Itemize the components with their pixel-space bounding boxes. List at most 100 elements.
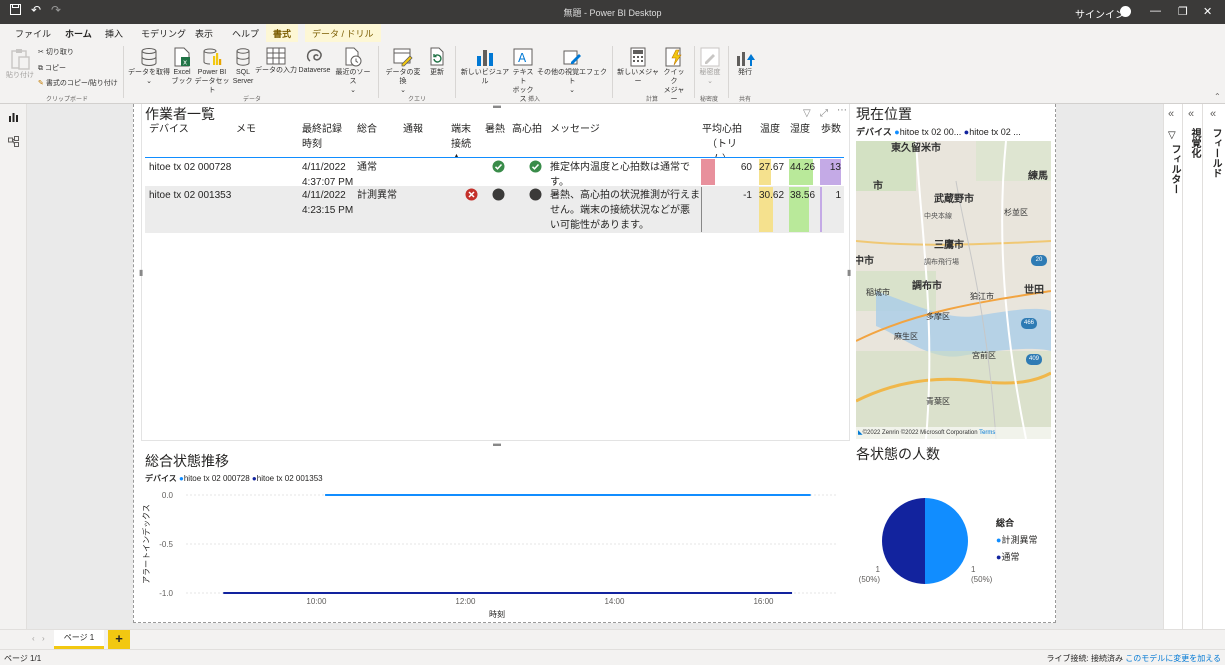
pie-data-label-right: 1 (50%) xyxy=(971,565,993,584)
column-header-alert[interactable]: 通報 xyxy=(403,122,423,137)
add-page-button[interactable]: + xyxy=(108,630,130,649)
expand-fields-icon[interactable]: « xyxy=(1210,108,1216,120)
connection-status: ライブ接続: 接続済み このモデルに変更を加える xyxy=(1046,654,1221,663)
excel-button[interactable]: x Excel ブック xyxy=(170,47,194,86)
resize-handle[interactable]: ▮ xyxy=(847,268,851,277)
resize-handle[interactable]: ▬ xyxy=(493,439,501,448)
tab-insert[interactable]: 挿入 xyxy=(105,27,123,40)
tab-modeling[interactable]: モデリング xyxy=(141,27,186,40)
refresh-button[interactable]: 更新 xyxy=(425,47,449,77)
column-header-heat[interactable]: 暑熱 xyxy=(485,122,505,137)
transform-data-button[interactable]: データの変換 ⌄ xyxy=(383,47,423,95)
column-header-temperature[interactable]: 温度 xyxy=(760,122,780,137)
x-tick-label: 14:00 xyxy=(604,597,625,606)
filter-icon[interactable]: ▽ xyxy=(803,108,811,119)
cell-temperature: 27.67 xyxy=(759,162,785,173)
report-view-icon[interactable] xyxy=(8,111,19,122)
ribbon-separator xyxy=(123,46,124,98)
page-tab[interactable]: ページ 1 xyxy=(54,630,104,649)
brush-icon: ✎ xyxy=(38,80,44,87)
dataverse-icon xyxy=(306,49,322,62)
tab-file[interactable]: ファイル xyxy=(15,27,51,40)
line-legend-item[interactable]: hitoe tx 02 001353 xyxy=(257,474,323,483)
dataverse-button[interactable]: Dataverse xyxy=(297,47,332,75)
column-header-last-time[interactable]: 最終記録 時刻 xyxy=(302,122,342,152)
expand-filters-icon[interactable]: « xyxy=(1168,108,1174,120)
format-painter-button[interactable]: ✎ 書式のコピー/貼り付け xyxy=(38,79,118,88)
column-header-steps[interactable]: 歩数 xyxy=(821,122,841,137)
account-avatar[interactable] xyxy=(1120,6,1131,17)
group-label-sensitivity: 秘密度 xyxy=(700,97,719,103)
map-place-label: 杉並区 xyxy=(1004,208,1028,217)
quick-measure-icon xyxy=(665,47,682,67)
focus-mode-icon[interactable]: ⤢ xyxy=(820,108,828,119)
tab-view[interactable]: 表示 xyxy=(195,27,213,40)
sql-server-button[interactable]: SQL Server xyxy=(231,47,255,86)
pbi-dataset-button[interactable]: Power BI データセット xyxy=(194,47,230,95)
svg-text:x: x xyxy=(183,59,187,67)
tab-format[interactable]: 書式 xyxy=(266,24,299,42)
map-canvas[interactable]: 東久留米市 練馬 市 武蔵野市 中央本線 杉並区 三鷹市 中市 調布飛行場 調布… xyxy=(856,141,1051,439)
y-tick-label: -0.5 xyxy=(159,540,173,549)
tab-home[interactable]: ホーム xyxy=(63,27,94,44)
resize-handle[interactable]: ▬ xyxy=(493,101,501,110)
pie-chart[interactable] xyxy=(880,496,970,586)
column-header-overall[interactable]: 総合 xyxy=(357,122,377,137)
pie-legend-item[interactable]: 通常 xyxy=(1001,552,1019,562)
maximize-icon[interactable]: ❐ xyxy=(1178,5,1188,18)
column-header-humidity[interactable]: 湿度 xyxy=(790,122,810,137)
model-view-icon[interactable] xyxy=(8,136,19,147)
more-visuals-button[interactable]: その他の視覚エフェクト ⌄ xyxy=(536,47,608,95)
pie-slice[interactable] xyxy=(925,498,968,584)
close-icon[interactable]: ✕ xyxy=(1203,5,1212,18)
get-data-button[interactable]: データを取得 ⌄ xyxy=(128,47,170,86)
column-header-device[interactable]: デバイス xyxy=(149,122,189,137)
tab-help[interactable]: ヘルプ xyxy=(232,27,259,40)
map-place-label: 東久留米市 xyxy=(891,143,941,154)
line-legend-item[interactable]: hitoe tx 02 000728 xyxy=(184,474,250,483)
map-place-label: 宮前区 xyxy=(972,351,996,360)
view-switcher xyxy=(0,104,27,629)
cut-button[interactable]: ✂ 切り取り xyxy=(38,48,74,57)
map-title: 現在位置 xyxy=(856,106,912,122)
expand-viz-icon[interactable]: « xyxy=(1188,108,1194,120)
cell-avg-hr: -1 xyxy=(743,190,752,201)
table-icon xyxy=(266,47,286,65)
minimize-icon[interactable]: — xyxy=(1150,5,1161,17)
visualizations-pane[interactable]: « 視覚化 xyxy=(1182,104,1202,629)
column-header-hr[interactable]: 高心拍 xyxy=(512,122,542,137)
pie-legend-item[interactable]: 計測異常 xyxy=(1001,535,1037,545)
signin-link[interactable]: サインイン xyxy=(1075,6,1125,21)
sensitivity-button[interactable]: 秘密度 ⌄ xyxy=(698,47,722,86)
make-changes-link[interactable]: このモデルに変更を加える xyxy=(1125,654,1221,663)
recent-sources-icon xyxy=(345,47,362,67)
column-header-message[interactable]: メッセージ xyxy=(550,122,600,137)
avg-hr-axis xyxy=(701,187,702,232)
column-header-memo[interactable]: メモ xyxy=(236,122,256,137)
enter-data-button[interactable]: データの入力 xyxy=(255,47,297,75)
map-legend-item[interactable]: hitoe tx 02 00... xyxy=(900,127,962,137)
quick-measure-button[interactable]: クイック メジャー xyxy=(661,47,687,104)
paste-button[interactable]: 貼り付け xyxy=(6,48,34,80)
resize-handle[interactable]: ▮ xyxy=(139,268,143,277)
next-page-icon[interactable]: › xyxy=(42,634,45,643)
recent-sources-button[interactable]: 最近のソース ⌄ xyxy=(333,47,373,95)
svg-text:A: A xyxy=(518,51,527,65)
filters-pane[interactable]: « ▽ フィルター xyxy=(1163,104,1182,629)
new-visual-button[interactable]: 新しいビジュアル xyxy=(459,47,511,86)
terms-link[interactable]: Terms xyxy=(979,430,995,436)
cell-steps: 13 xyxy=(829,162,841,173)
prev-page-icon[interactable]: ‹ xyxy=(32,634,35,643)
collapse-ribbon-icon[interactable]: ⌃ xyxy=(1214,92,1221,101)
cell-humidity: 44.26 xyxy=(790,162,816,173)
more-options-icon[interactable]: ⋯ xyxy=(837,105,847,116)
publish-button[interactable]: 発行 xyxy=(733,47,757,77)
pie-slice[interactable] xyxy=(882,498,925,584)
line-chart[interactable]: 0.0 -0.5 -1.0 10:00 12:00 14:00 16:00 時刻 アラートインデ… xyxy=(141,485,848,620)
copy-button[interactable]: ⧉ コピー xyxy=(38,64,66,73)
map-legend-item[interactable]: hitoe tx 02 ... xyxy=(969,127,1021,137)
cell-temperature: 30.62 xyxy=(759,190,785,201)
tab-data-drill[interactable]: データ / ドリル xyxy=(305,24,381,42)
new-measure-button[interactable]: 新しいメジャー xyxy=(616,47,660,86)
fields-pane[interactable]: « フィールド xyxy=(1202,104,1225,629)
